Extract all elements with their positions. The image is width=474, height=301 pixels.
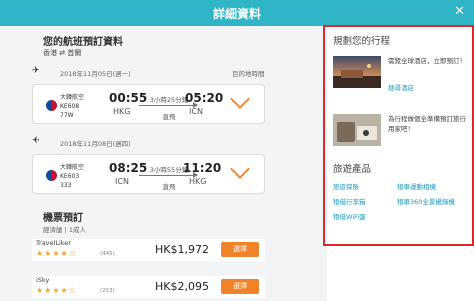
inbound-date: 2018年11月08日(週四) xyxy=(60,140,131,148)
return-plane-icon: ✈ xyxy=(32,136,40,146)
korean-air-logo-icon xyxy=(46,100,57,111)
departure-plane-icon: ✈ xyxy=(32,66,40,76)
inbound-aircraft: 333 xyxy=(60,182,72,189)
inbound-flight-card[interactable]: 大韓航空 KE603 333 08:25 ICN 3小時55分鐘 直飛 11:2… xyxy=(32,154,265,194)
inbound-flight-no: KE603 xyxy=(60,173,80,180)
select-button[interactable]: 選擇 xyxy=(221,279,259,294)
page-title: 詳細資料 xyxy=(212,7,261,21)
flight-details-pane: 您的航班預訂資料 香港 ⇄ 首爾 ✈ 2018年11月05日(週一) 目的地時間… xyxy=(0,26,327,301)
agent-row: TravelLiker ★★★★☆ (445) HK$1,972 選擇 xyxy=(32,239,265,261)
close-icon[interactable]: ✕ xyxy=(454,4,465,20)
outbound-flight-card[interactable]: 大韓航空 KE608 77W 00:55 HKG 3小時25分鐘 直飛 05:2… xyxy=(32,84,265,124)
agent-price: HK$1,972 xyxy=(155,243,209,256)
route-to: 首爾 xyxy=(67,49,82,57)
highlight-box xyxy=(323,25,474,246)
expand-chevron-icon[interactable] xyxy=(230,89,250,109)
booking-title: 機票預訂 xyxy=(43,213,83,224)
outbound-arrive-airport: ICN xyxy=(189,107,203,116)
inbound-airline-name: 大韓航空 xyxy=(60,164,85,171)
agent-row: iSky ★★★★☆ (253) HK$2,095 選擇 xyxy=(32,276,265,298)
travellers-info: 經濟艙 | 1成人 xyxy=(43,226,86,234)
header-bar: 詳細資料 ✕ xyxy=(0,0,474,26)
inbound-arrive-airport: HKG xyxy=(189,177,207,186)
section-title: 您的航班預訂資料 xyxy=(43,37,123,48)
agent-price: HK$2,095 xyxy=(155,280,209,293)
outbound-depart-airport: HKG xyxy=(113,107,131,116)
korean-air-logo-icon xyxy=(46,170,57,181)
outbound-time-note: 目的地時間 xyxy=(232,70,265,78)
expand-chevron-icon[interactable] xyxy=(230,159,250,179)
route-from: 香港 xyxy=(43,49,57,57)
outbound-airline-name: 大韓航空 xyxy=(60,94,85,101)
select-button[interactable]: 選擇 xyxy=(221,242,259,257)
route: 香港 ⇄ 首爾 xyxy=(43,48,81,58)
review-count: (253) xyxy=(100,288,115,294)
agent-name: TravelLiker xyxy=(36,239,71,247)
outbound-aircraft: 77W xyxy=(60,112,74,119)
rating-stars-icon: ★★★★☆ xyxy=(36,286,77,295)
flight-arrow-icon xyxy=(139,102,198,108)
outbound-arrive-time: 05:20 xyxy=(185,91,224,105)
inbound-arrive-time: 11:20 xyxy=(183,161,222,175)
inbound-depart-airport: ICN xyxy=(115,177,129,186)
outbound-flight-no: KE608 xyxy=(60,103,80,110)
review-count: (445) xyxy=(100,251,115,257)
flight-arrow-icon xyxy=(139,172,198,178)
rating-stars-icon: ★★★★☆ xyxy=(36,249,77,258)
agent-name: iSky xyxy=(36,276,50,284)
outbound-date: 2018年11月05日(週一) xyxy=(60,70,131,78)
